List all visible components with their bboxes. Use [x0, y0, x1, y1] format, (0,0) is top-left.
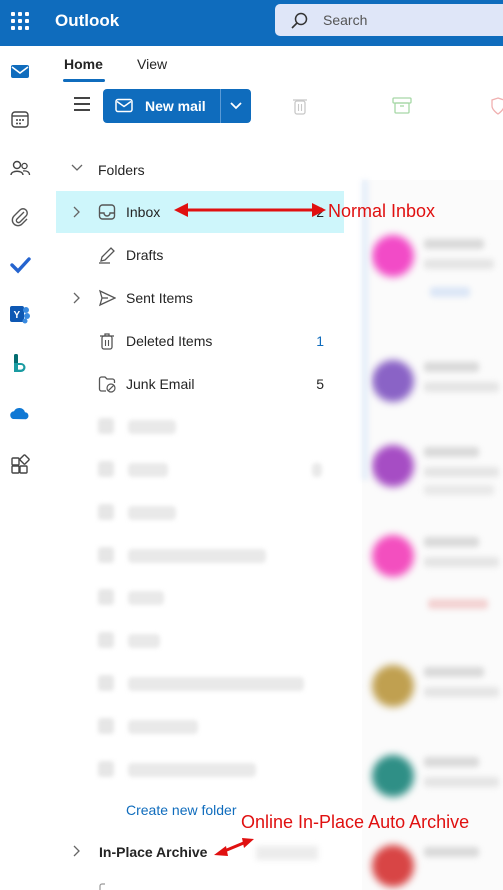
top-bar: Outlook Search — [0, 0, 503, 46]
folder-label: Junk Email — [126, 376, 195, 392]
app-rail: Y — [0, 46, 40, 890]
create-new-folder-link[interactable]: Create new folder — [126, 802, 237, 818]
list-item[interactable] — [362, 425, 503, 525]
todo-icon[interactable] — [9, 254, 31, 276]
people-icon[interactable] — [9, 157, 31, 179]
tab-view[interactable]: View — [137, 56, 167, 72]
new-mail-button[interactable]: New mail — [103, 89, 251, 123]
unread-count: 1 — [316, 333, 324, 349]
list-item[interactable] — [362, 645, 503, 745]
annotation-auto-archive: Online In-Place Auto Archive — [241, 812, 470, 832]
search-box[interactable]: Search — [275, 4, 503, 36]
drafts-icon — [99, 247, 115, 264]
yammer-icon[interactable]: Y — [9, 303, 31, 325]
chevron-down-icon[interactable] — [71, 164, 83, 172]
folder-label: Drafts — [126, 247, 164, 263]
chevron-right-icon[interactable] — [73, 206, 81, 218]
send-icon — [98, 289, 116, 307]
trash-icon — [100, 333, 114, 350]
bookings-icon[interactable] — [9, 352, 31, 374]
folder-drafts[interactable]: Drafts — [56, 234, 344, 276]
folder-sent-items[interactable]: Sent Items — [56, 277, 344, 319]
attachment-icon[interactable] — [9, 206, 31, 228]
junk-icon — [98, 376, 116, 393]
list-item[interactable] — [362, 515, 503, 615]
list-item[interactable] — [362, 215, 503, 315]
in-place-archive-folder[interactable]: In-Place Archive — [99, 844, 207, 860]
app-launcher-icon[interactable] — [9, 10, 31, 32]
hamburger-icon[interactable] — [74, 97, 90, 111]
folder-deleted-items[interactable]: Deleted Items 1 — [56, 320, 344, 362]
onedrive-icon[interactable] — [9, 402, 31, 424]
ribbon-tabs: Home View — [40, 46, 503, 84]
folders-header[interactable]: Folders — [98, 162, 145, 178]
folder-label: Deleted Items — [126, 333, 213, 349]
chevron-down-icon[interactable] — [229, 101, 243, 111]
mail-icon — [115, 98, 133, 113]
blurred-account-text — [256, 846, 318, 860]
unread-count: 5 — [316, 376, 324, 392]
folder-label: Inbox — [126, 204, 161, 220]
double-arrow-icon — [214, 838, 254, 856]
chevron-right-icon[interactable] — [73, 845, 81, 857]
svg-text:Y: Y — [14, 310, 21, 321]
split-divider — [220, 89, 221, 123]
archive-icon[interactable] — [392, 96, 412, 114]
new-mail-label: New mail — [145, 98, 206, 114]
mail-icon[interactable] — [9, 60, 31, 82]
folder-label: Sent Items — [126, 290, 193, 306]
search-icon — [291, 12, 308, 29]
message-list[interactable] — [362, 180, 503, 890]
app-title[interactable]: Outlook — [55, 11, 119, 31]
search-placeholder: Search — [323, 12, 368, 28]
active-tab-indicator — [63, 79, 105, 82]
report-icon[interactable] — [490, 96, 503, 116]
folder-junk-email[interactable]: Junk Email 5 — [56, 363, 344, 405]
double-arrow-icon — [174, 203, 326, 217]
chevron-right-icon[interactable] — [73, 292, 81, 304]
folder-icon — [99, 883, 105, 890]
list-scroll-edge — [362, 180, 368, 480]
delete-icon[interactable] — [292, 96, 308, 116]
calendar-icon[interactable] — [9, 108, 31, 130]
inbox-icon — [98, 204, 116, 220]
apps-icon[interactable] — [9, 454, 31, 476]
tab-home[interactable]: Home — [64, 56, 103, 72]
list-item[interactable] — [362, 825, 503, 890]
annotation-normal-inbox: Normal Inbox — [328, 201, 436, 221]
